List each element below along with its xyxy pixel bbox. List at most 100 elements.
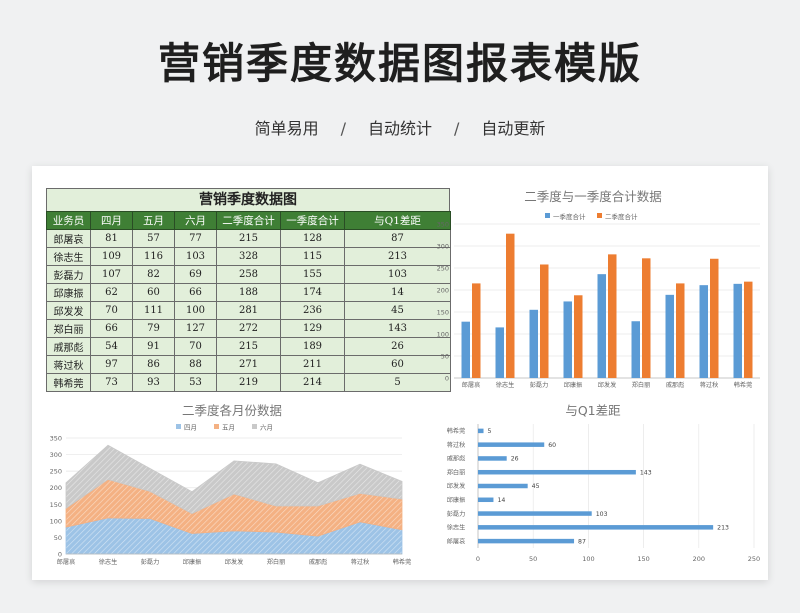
- value-cell: 81: [90, 229, 133, 248]
- table-body: 郎屠哀 81 57 77 215 128 87 徐志生 109 116 103 328 115 213 彭磊…: [46, 229, 451, 392]
- y-tick-label: 邱康振: [447, 496, 466, 504]
- value-cell: 70: [174, 337, 217, 356]
- q1-gap-chart: 与Q1差距 0 50 100 150 200 250 5 韩希莞 60 蒋过秋 26 戚那彪 143 郑白丽…: [447, 403, 760, 563]
- value-cell: 188: [216, 283, 281, 302]
- value-cell: 328: [216, 247, 281, 266]
- y-tick-label: 350: [50, 435, 62, 443]
- x-tick-label: 彭磊力: [141, 558, 160, 566]
- x-tick-label: 郑白丽: [267, 558, 286, 566]
- data-label: 60: [548, 442, 556, 449]
- data-label: 5: [488, 428, 492, 435]
- x-tick-label: 徐志生: [99, 558, 118, 566]
- x-tick-label: 250: [748, 555, 760, 563]
- sales-table-container: 营销季度数据图 业务员 四月 五月 六月 二季度合计 一季度合计 与Q1差距 郎屠哀 81 57…: [46, 188, 451, 392]
- column-header: 二季度合计: [216, 211, 281, 230]
- legend-swatch: [597, 213, 602, 218]
- data-label: 14: [497, 497, 505, 504]
- value-cell: 281: [216, 301, 281, 320]
- bar: [665, 294, 674, 378]
- value-cell: 115: [280, 247, 345, 266]
- subtitle-item-easy: 简单易用: [254, 119, 319, 138]
- y-tick-label: 200: [437, 287, 449, 295]
- legend-swatch: [214, 424, 219, 429]
- table-row: 蒋过秋 97 86 88 271 211 60: [46, 355, 451, 374]
- y-tick-label: 100: [50, 517, 62, 525]
- value-cell: 214: [280, 373, 345, 392]
- data-label: 143: [640, 469, 652, 476]
- value-cell: 174: [280, 283, 345, 302]
- x-tick-label: 邱发发: [598, 381, 617, 389]
- value-cell: 57: [132, 229, 175, 248]
- value-cell: 93: [132, 373, 175, 392]
- value-cell: 97: [90, 355, 133, 374]
- x-tick-label: 戚那彪: [309, 558, 328, 566]
- x-tick-label: 韩希莞: [734, 381, 753, 389]
- x-tick-label: 蒋过秋: [700, 381, 719, 389]
- bar: [478, 469, 636, 475]
- x-tick-label: 邱康振: [564, 381, 583, 389]
- bar: [506, 233, 515, 378]
- legend-swatch: [545, 213, 550, 218]
- quarter-comparison-chart: 二季度与一季度合计数据一季度合计 二季度合计 0 50 100 150 200 250 300 3…: [437, 189, 760, 389]
- y-tick-label: 150: [437, 309, 449, 317]
- value-cell: 128: [280, 229, 345, 248]
- bar: [642, 258, 651, 378]
- value-cell: 111: [132, 301, 175, 320]
- legend-label: 五月: [222, 424, 235, 432]
- value-cell: 60: [132, 283, 175, 302]
- salesperson-cell: 邱发发: [46, 301, 91, 320]
- bar: [744, 281, 753, 378]
- data-label: 103: [596, 511, 608, 518]
- value-cell: 100: [174, 301, 217, 320]
- value-cell: 116: [132, 247, 175, 266]
- legend-swatch: [252, 424, 257, 429]
- chart-title: 二季度各月份数据: [182, 403, 282, 418]
- y-tick-label: 50: [441, 353, 449, 361]
- column-header: 一季度合计: [280, 211, 345, 230]
- x-tick-label: 100: [582, 555, 594, 563]
- x-tick-label: 徐志生: [496, 381, 515, 389]
- value-cell: 129: [280, 319, 345, 338]
- value-cell: 77: [174, 229, 217, 248]
- value-cell: 236: [280, 301, 345, 320]
- sales-table: 业务员 四月 五月 六月 二季度合计 一季度合计 与Q1差距 郎屠哀 81 57 77 215 128…: [46, 211, 451, 392]
- x-tick-label: 50: [529, 555, 537, 563]
- y-tick-label: 韩希莞: [447, 427, 466, 435]
- x-tick-label: 蒋过秋: [351, 558, 370, 566]
- bar: [478, 483, 528, 489]
- value-cell: 70: [90, 301, 133, 320]
- value-cell: 211: [280, 355, 345, 374]
- page-title: 营销季度数据图报表模版: [157, 39, 642, 88]
- bar: [597, 274, 606, 378]
- value-cell: 189: [280, 337, 345, 356]
- bar: [478, 511, 592, 516]
- x-tick-label: 韩希莞: [393, 558, 412, 566]
- bar: [529, 309, 538, 378]
- y-tick-label: 徐志生: [447, 524, 466, 532]
- subtitle-item-auto-stats: 自动统计: [367, 119, 432, 138]
- x-tick-label: 郎屠哀: [57, 558, 76, 566]
- bar: [478, 442, 545, 447]
- x-tick-label: 150: [637, 555, 649, 563]
- x-tick-label: 邱康振: [183, 558, 202, 566]
- value-cell: 103: [174, 247, 217, 266]
- table-header-row: 业务员 四月 五月 六月 二季度合计 一季度合计 与Q1差距: [46, 211, 451, 230]
- table-row: 邱发发 70 111 100 281 236 45: [46, 301, 451, 320]
- salesperson-cell: 郎屠哀: [46, 229, 91, 248]
- bar: [540, 264, 549, 378]
- bar: [574, 295, 583, 378]
- salesperson-cell: 蒋过秋: [46, 355, 91, 374]
- x-tick-label: 郎屠哀: [462, 381, 481, 389]
- x-tick-label: 彭磊力: [530, 381, 549, 389]
- bar: [699, 285, 708, 378]
- spreadsheet-preview: 营销季度数据图 业务员 四月 五月 六月 二季度合计 一季度合计 与Q1差距 郎屠哀 81 57…: [32, 166, 768, 580]
- table-row: 徐志生 109 116 103 328 115 213: [46, 247, 451, 266]
- value-cell: 219: [216, 373, 281, 392]
- legend-label: 一季度合计: [553, 212, 586, 221]
- value-cell: 82: [132, 265, 175, 284]
- subtitle-item-auto-update: 自动更新: [481, 119, 546, 138]
- value-cell: 69: [174, 265, 217, 284]
- table-row: 郑白丽 66 79 127 272 129 143: [46, 319, 451, 338]
- bar: [608, 254, 617, 378]
- value-cell: 127: [174, 319, 217, 338]
